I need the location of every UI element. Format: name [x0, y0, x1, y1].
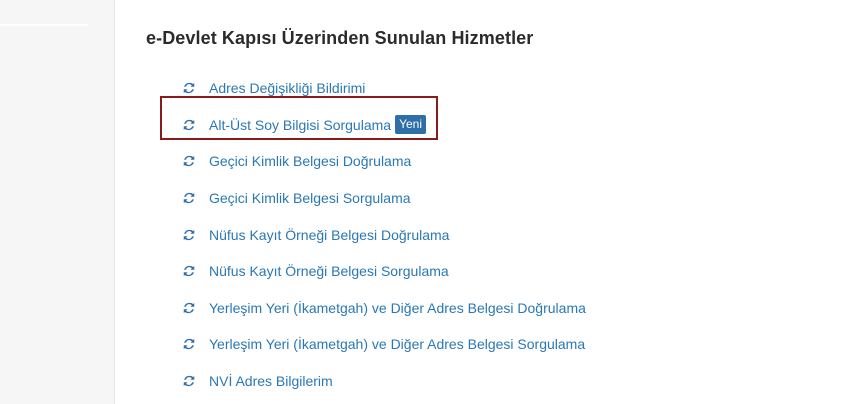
highlight-box — [160, 96, 438, 140]
service-link-nufus-kayit-dogrulama[interactable]: Nüfus Kayıt Örneği Belgesi Doğrulama — [209, 227, 449, 243]
section-title: e-Devlet Kapısı Üzerinden Sunulan Hizmet… — [146, 28, 534, 48]
service-link-adres-degisikligi[interactable]: Adres Değişikliği Bildirimi — [209, 80, 365, 96]
list-item: Nüfus Kayıt Örneği Belgesi Doğrulama — [182, 216, 586, 253]
refresh-icon — [183, 229, 195, 240]
list-item: Nüfus Kayıt Örneği Belgesi Sorgulama — [182, 253, 586, 290]
sidebar — [0, 0, 115, 404]
service-link-yerlesim-yeri-dogrulama[interactable]: Yerleşim Yeri (İkametgah) ve Diğer Adres… — [209, 300, 586, 316]
service-link-gecici-kimlik-sorgulama[interactable]: Geçici Kimlik Belgesi Sorgulama — [209, 190, 411, 206]
sidebar-divider — [0, 24, 88, 26]
list-item: NVİ Adres Bilgilerim — [182, 363, 586, 400]
refresh-icon — [183, 375, 195, 387]
service-link-yerlesim-yeri-sorgulama[interactable]: Yerleşim Yeri (İkametgah) ve Diğer Adres… — [209, 336, 585, 352]
service-link-nufus-kayit-sorgulama[interactable]: Nüfus Kayıt Örneği Belgesi Sorgulama — [209, 263, 449, 279]
refresh-icon — [183, 339, 195, 350]
refresh-icon — [183, 192, 195, 204]
refresh-icon — [183, 83, 195, 94]
list-item: Geçici Kimlik Belgesi Sorgulama — [182, 180, 586, 217]
refresh-icon — [183, 302, 195, 314]
list-item: Geçici Kimlik Belgesi Doğrulama — [182, 143, 586, 180]
refresh-icon — [183, 266, 195, 277]
main-content: e-Devlet Kapısı Üzerinden Sunulan Hizmet… — [116, 0, 856, 404]
service-link-nvi-adres-bilgilerim[interactable]: NVİ Adres Bilgilerim — [209, 373, 333, 389]
page: e-Devlet Kapısı Üzerinden Sunulan Hizmet… — [0, 0, 856, 404]
list-item: Yerleşim Yeri (İkametgah) ve Diğer Adres… — [182, 326, 586, 363]
list-item: Yerleşim Yeri (İkametgah) ve Diğer Adres… — [182, 290, 586, 327]
refresh-icon — [183, 156, 195, 167]
service-link-gecici-kimlik-dogrulama[interactable]: Geçici Kimlik Belgesi Doğrulama — [209, 153, 411, 169]
